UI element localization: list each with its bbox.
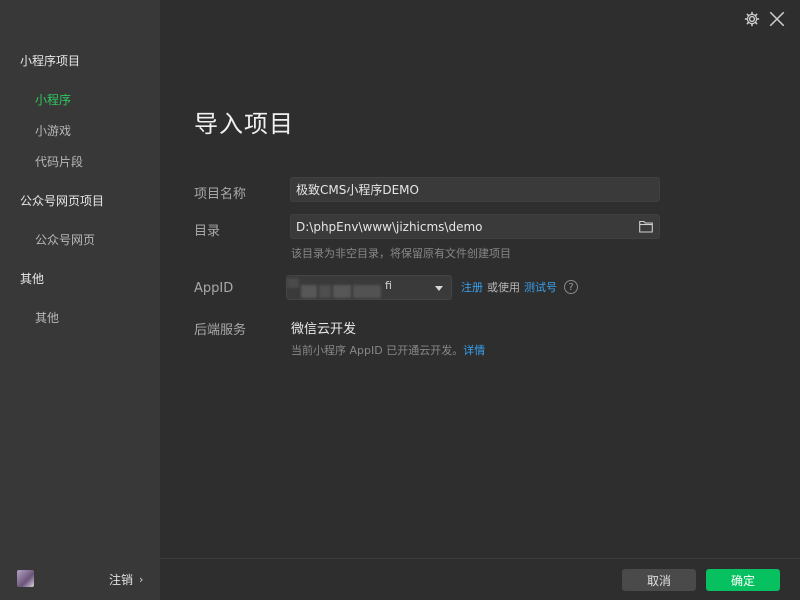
project-name-input[interactable] [296,182,654,197]
help-icon[interactable]: ? [564,280,578,294]
gear-icon[interactable] [744,11,760,27]
footer-bar: 取消 确定 [160,558,800,600]
appid-redaction [287,278,299,288]
close-icon[interactable] [768,10,786,28]
appid-visible-text: fi [385,279,392,292]
sidebar-group-miniprogram: 小程序项目 [20,54,81,68]
import-project-window: 小程序项目 小程序 小游戏 代码片段 公众号网页项目 公众号网页 其他 其他 注… [0,0,800,600]
project-name-label: 项目名称 [194,187,247,202]
sidebar-item-miniprogram[interactable]: 小程序 [35,91,71,108]
cancel-button[interactable]: 取消 [622,569,696,591]
appid-redaction [333,285,351,298]
folder-icon[interactable] [639,220,653,233]
sidebar: 小程序项目 小程序 小游戏 代码片段 公众号网页项目 公众号网页 其他 其他 注… [0,0,160,600]
main-panel: 导入项目 项目名称 目录 该目录为非空目录，将保留原有文件创建项目 AppID … [160,0,800,600]
sidebar-footer: 注销 › [0,558,160,600]
project-name-field[interactable] [290,177,660,202]
test-account-link[interactable]: 测试号 [524,279,557,295]
appid-label: AppID [194,281,234,296]
page-title: 导入项目 [194,110,294,138]
backend-hint-text: 当前小程序 AppID 已开通云开发。 [291,344,464,357]
backend-hint: 当前小程序 AppID 已开通云开发。详情 [291,342,485,358]
sidebar-item-minigame[interactable]: 小游戏 [35,122,71,139]
chevron-right-icon: › [139,573,144,586]
confirm-button[interactable]: 确定 [706,569,780,591]
sidebar-group-other: 其他 [20,272,45,286]
directory-input[interactable] [296,219,654,234]
sidebar-group-official-account: 公众号网页项目 [20,194,105,208]
window-controls [744,10,786,28]
appid-redaction [319,285,331,298]
or-use-text: 或使用 [487,281,520,294]
backend-label: 后端服务 [194,323,247,338]
backend-value: 微信云开发 [291,322,357,337]
details-link[interactable]: 详情 [463,344,485,357]
sidebar-item-official-account-web[interactable]: 公众号网页 [35,231,95,248]
appid-redaction [353,285,381,298]
register-link[interactable]: 注册 [461,279,483,295]
directory-field[interactable] [290,214,660,239]
avatar[interactable] [17,570,34,587]
sidebar-item-other[interactable]: 其他 [35,309,59,326]
logout-label: 注销 [109,573,134,587]
appid-select[interactable]: fi [286,275,452,300]
sidebar-item-code-snippet[interactable]: 代码片段 [35,153,83,170]
directory-label: 目录 [194,224,221,239]
appid-redaction [301,285,317,298]
chevron-down-icon[interactable] [435,286,443,291]
directory-hint: 该目录为非空目录，将保留原有文件创建项目 [291,247,511,260]
appid-links: 注册 或使用 测试号 ? [461,279,578,295]
logout-button[interactable]: 注销 › [109,571,143,588]
